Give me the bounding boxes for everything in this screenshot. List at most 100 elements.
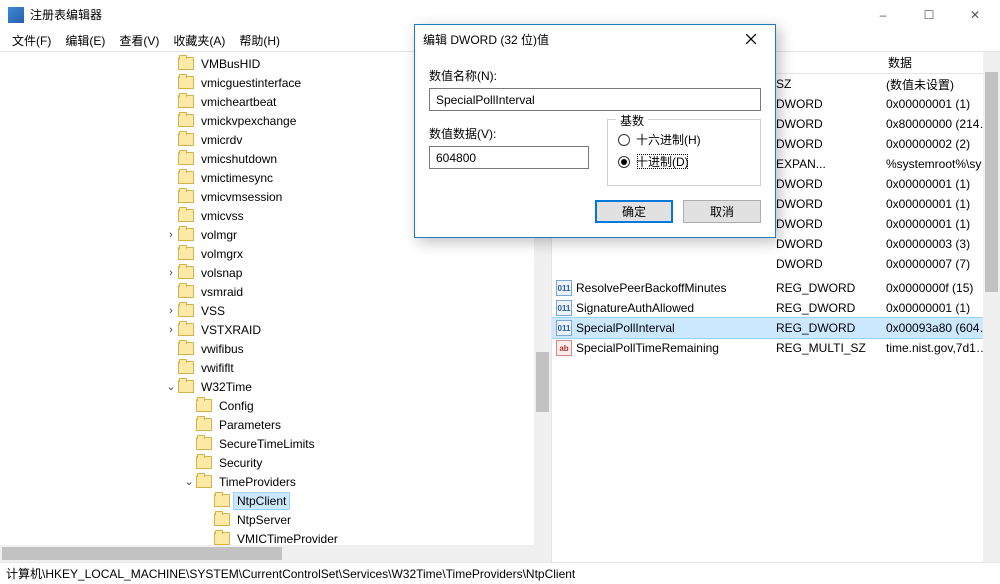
folder-icon [178,209,194,222]
value-type: DWORD [776,177,886,191]
value-type: DWORD [776,137,886,151]
expand-icon[interactable]: › [164,305,178,317]
tree-item-label: NtpClient [234,493,289,509]
tree-item[interactable]: Config [0,396,551,415]
radio-hex[interactable]: 十六进制(H) [618,131,750,148]
ok-button[interactable]: 确定 [595,200,673,223]
tree-item-label: vwififlt [198,360,237,376]
reg-binary-icon: 011 [556,280,572,296]
tree-item-label: Security [216,455,265,471]
tree-item[interactable]: › VSS [0,301,551,320]
folder-icon [214,494,230,507]
cancel-button[interactable]: 取消 [683,200,761,223]
radio-dec[interactable]: 十进制(D) [618,153,750,170]
tree-item[interactable]: vsmraid [0,282,551,301]
tree-item[interactable]: SecureTimeLimits [0,434,551,453]
value-type: EXPAN... [776,157,886,171]
tree-item[interactable]: Parameters [0,415,551,434]
tree-item[interactable]: ›volsnap [0,263,551,282]
dialog-close-button[interactable] [731,27,771,51]
base-fieldset: 基数 十六进制(H) 十进制(D) [607,119,761,186]
folder-icon [178,95,194,108]
tree-item[interactable]: vwififlt [0,358,551,377]
window-close-button[interactable]: ✕ [952,0,998,30]
value-type: REG_DWORD [776,281,886,295]
value-type: DWORD [776,217,886,231]
tree-item-label: Config [216,398,257,414]
tree-item[interactable]: ⌄ TimeProviders [0,472,551,491]
value-type: DWORD [776,237,886,251]
tree-item-label: W32Time [198,379,255,395]
value-data-input[interactable] [429,146,589,169]
folder-icon [178,76,194,89]
radio-hex-label: 十六进制(H) [636,131,701,148]
folder-icon [214,532,230,545]
dialog-titlebar[interactable]: 编辑 DWORD (32 位)值 [415,25,775,53]
value-row[interactable]: 011SignatureAuthAllowedREG_DWORD0x000000… [552,298,1000,318]
value-row[interactable]: 011ResolvePeerBackoffMinutesREG_DWORD0x0… [552,278,1000,298]
tree-item-label: VMBusHID [198,56,263,72]
tree-item-label: SecureTimeLimits [216,436,318,452]
value-type: SZ [776,77,886,91]
edit-dword-dialog: 编辑 DWORD (32 位)值 数值名称(N): 数值数据(V): 基数 十六… [414,24,776,238]
collapse-icon[interactable]: ⌄ [182,475,196,488]
menu-edit[interactable]: 编辑(E) [59,30,111,51]
menu-view[interactable]: 查看(V) [113,30,165,51]
values-vertical-scrollbar[interactable] [983,52,1000,562]
window-maximize-button[interactable]: ☐ [906,0,952,30]
tree-item-label: VSS [198,303,228,319]
tree-item[interactable]: Security [0,453,551,472]
expand-icon[interactable]: › [164,229,178,241]
collapse-icon[interactable]: ⌄ [164,380,178,393]
folder-icon [178,171,194,184]
menu-file[interactable]: 文件(F) [6,30,57,51]
reg-binary-icon: 011 [556,320,572,336]
tree-item-label: vmicvmsession [198,189,285,205]
tree-item[interactable]: › VSTXRAID [0,320,551,339]
value-data-label: 数值数据(V): [429,125,589,142]
value-name-input[interactable] [429,88,761,111]
folder-icon [196,418,212,431]
folder-icon [196,456,212,469]
tree-item-label: vmicshutdown [198,151,280,167]
tree-item-label: vmictimesync [198,170,276,186]
radio-dec-label: 十进制(D) [636,153,689,170]
folder-icon [178,342,194,355]
window-minimize-button[interactable]: – [860,0,906,30]
reg-string-icon: ab [556,340,572,356]
tree-item[interactable]: volmgrx [0,244,551,263]
folder-icon [196,475,212,488]
tree-item-label: TimeProviders [216,474,299,490]
folder-icon [178,304,194,317]
tree-item[interactable]: NtpClient [0,491,551,510]
value-name: ResolvePeerBackoffMinutes [576,281,776,295]
tree-item-label: volmgrx [198,246,246,262]
tree-item[interactable]: vwifibus [0,339,551,358]
reg-binary-icon: 011 [556,300,572,316]
folder-icon [178,57,194,70]
expand-icon[interactable]: › [164,324,178,336]
expand-icon[interactable]: › [164,267,178,279]
value-type: DWORD [776,197,886,211]
menu-favorites[interactable]: 收藏夹(A) [167,30,231,51]
folder-icon [178,152,194,165]
folder-icon [178,380,194,393]
value-row[interactable]: 011DWORD0x00000007 (7) [552,254,1000,274]
folder-icon [178,323,194,336]
folder-icon [196,399,212,412]
menu-help[interactable]: 帮助(H) [233,30,286,51]
dialog-title: 编辑 DWORD (32 位)值 [423,31,731,48]
tree-item-label: vmicheartbeat [198,94,279,110]
value-type: REG_MULTI_SZ [776,341,886,355]
tree-item-label: vmickvpexchange [198,113,299,129]
tree-item-label: NtpServer [234,512,294,528]
tree-item-label: VSTXRAID [198,322,264,338]
tree-item[interactable]: NtpServer [0,510,551,529]
value-row[interactable]: abSpecialPollTimeRemainingREG_MULTI_SZti… [552,338,1000,358]
tree-item-label: vwifibus [198,341,247,357]
tree-horizontal-scrollbar[interactable] [0,545,534,562]
tree-item[interactable]: ⌄ W32Time [0,377,551,396]
value-row[interactable]: 011SpecialPollIntervalREG_DWORD0x00093a8… [552,318,1000,338]
tree-item-label: vmicrdv [198,132,245,148]
app-icon [8,7,24,23]
